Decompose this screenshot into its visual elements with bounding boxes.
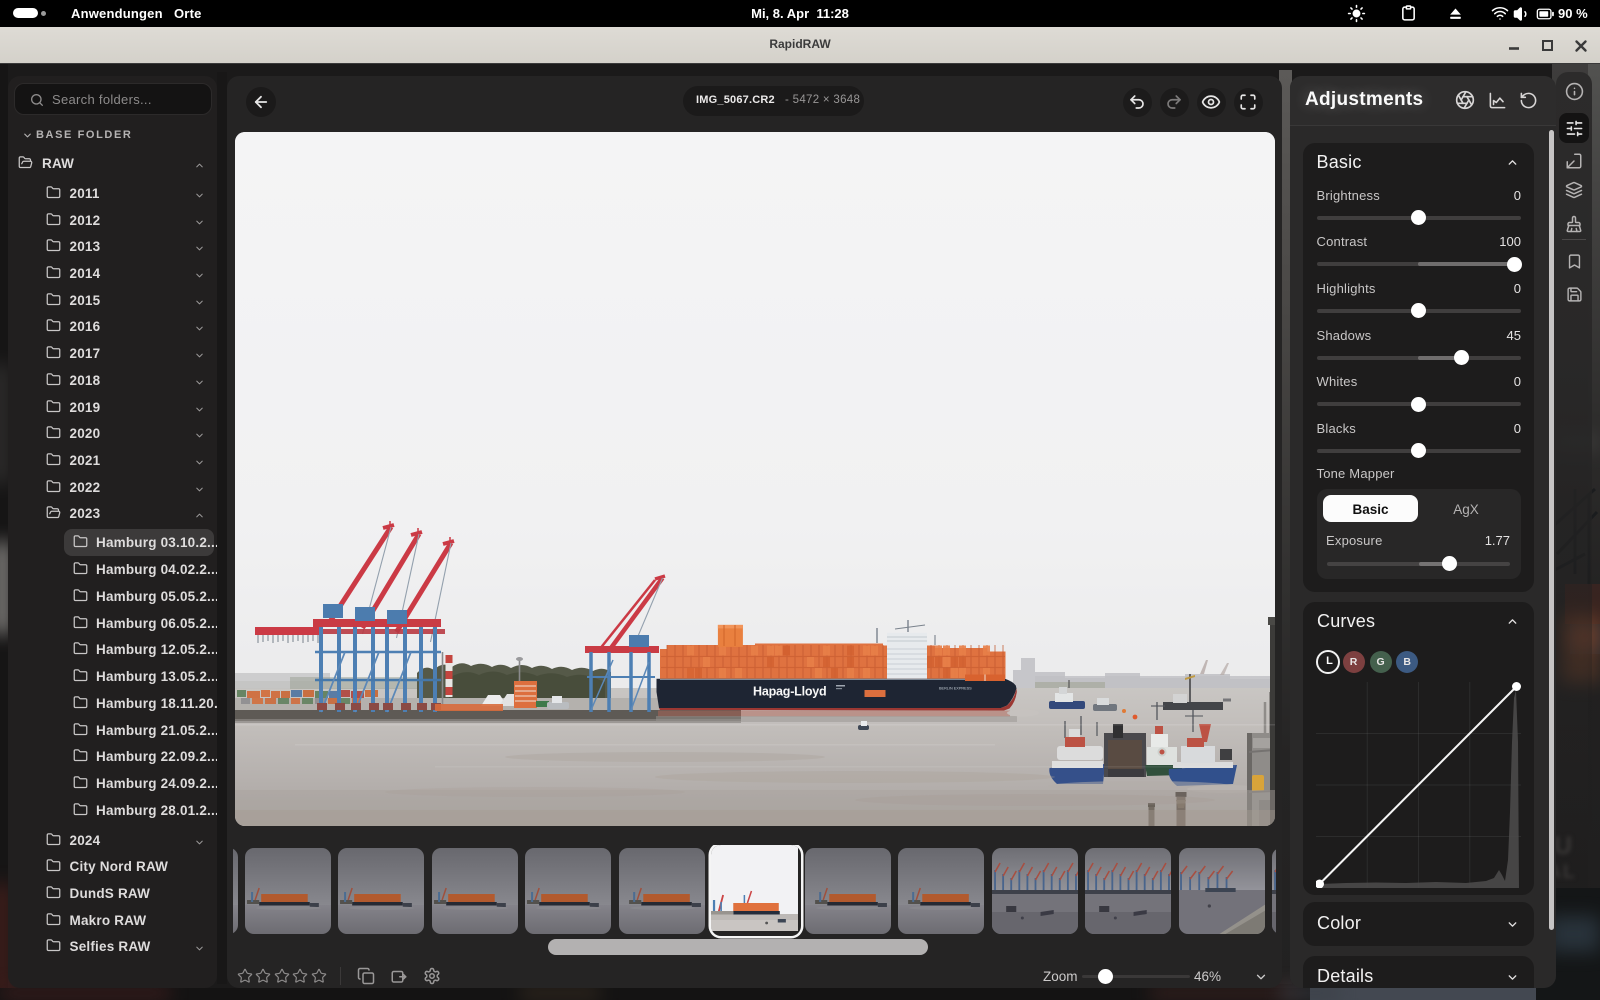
svg-text:Hapag-Lloyd: Hapag-Lloyd (753, 685, 827, 699)
svg-text:BERLIN EXPRESS: BERLIN EXPRESS (939, 687, 972, 691)
